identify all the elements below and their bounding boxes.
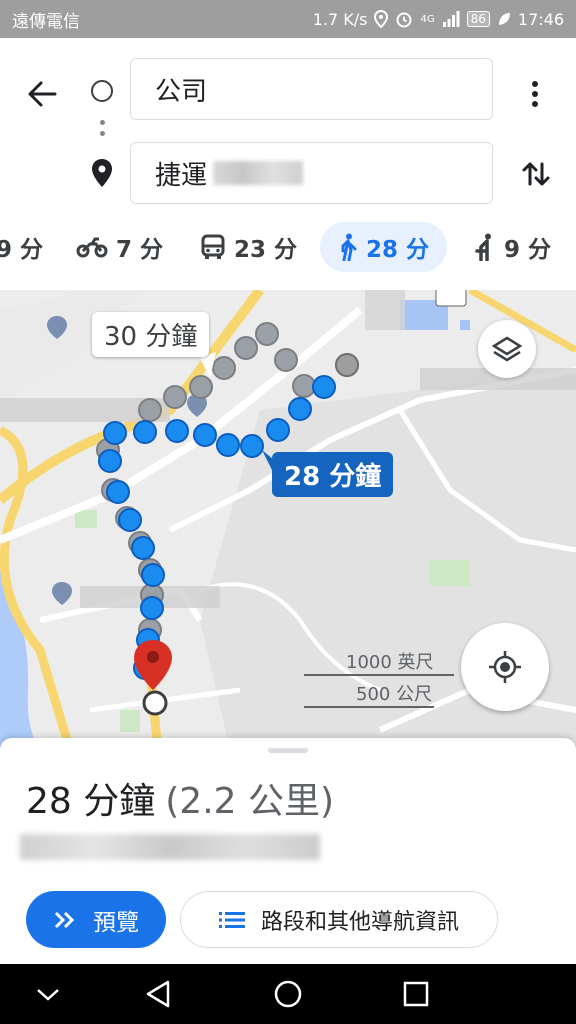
location-icon [374,10,389,28]
alarm-icon [396,12,412,28]
leaf-icon [498,13,510,25]
destination-pin-icon [92,159,112,187]
double-chevron-icon [54,911,75,928]
signal-type: 4G [420,13,435,25]
motorcycle-icon [76,237,108,258]
drag-handle[interactable] [268,748,308,753]
arrow-back-icon [28,81,57,107]
alt-route-time-label[interactable]: 30 分鐘 [92,312,210,357]
route-connector-icon [99,120,105,142]
signal-icon [442,11,460,27]
origin-circle-icon [91,80,113,102]
layers-button[interactable] [478,320,536,378]
redacted-route-description [20,834,320,860]
tab-label: 9 分 [0,237,44,263]
steps-button[interactable]: 路段和其他導航資訊 [180,891,498,948]
status-bar: 遠傳電信 1.7 K/s 4G 86 17:46 [0,0,576,38]
status-icons: 1.7 K/s 4G 86 17:46 [313,10,564,29]
crosshair-icon [489,651,521,683]
main-route-time-label[interactable]: 28 分鐘 [272,452,394,497]
back-triangle-icon[interactable] [142,978,174,1010]
layers-icon [492,336,522,362]
list-icon [218,911,245,928]
more-options-button[interactable] [520,74,550,114]
carrier-name: 遠傳電信 [12,11,80,32]
tab-transit[interactable]: 23 分 [200,222,297,272]
hide-keyboard-icon[interactable] [32,978,64,1010]
tab-driving[interactable]: 9 分 [0,222,43,272]
scale-metric: 500 公尺 [356,684,433,705]
rideshare-icon [475,233,491,261]
route-duration: 28 分鐘 [26,781,156,822]
clock: 17:46 [517,9,564,29]
back-button[interactable] [22,74,62,114]
recents-square-icon[interactable] [400,978,432,1010]
redacted-text [213,161,304,185]
route-summary: 28 分鐘 (2.2 公里) [26,772,334,824]
route-distance: (2.2 公里) [165,781,335,822]
walk-icon [341,233,357,261]
tab-label: 7 分 [116,237,164,263]
tab-motorcycle[interactable]: 7 分 [76,222,163,272]
destination-field[interactable]: 捷運 [130,142,493,204]
home-circle-icon[interactable] [272,978,304,1010]
preview-label: 預覽 [93,909,139,936]
steps-label: 路段和其他導航資訊 [260,909,459,935]
preview-button[interactable]: 預覽 [26,891,166,948]
system-nav-bar [0,964,576,1024]
tab-label: 28 分 [366,237,430,263]
swap-icon[interactable] [516,154,556,194]
route-summary-sheet[interactable]: 28 分鐘 (2.2 公里) 預覽 路段和其他導航資訊 [0,738,576,964]
tab-ride-hailing[interactable]: 9 分 [474,222,551,272]
battery-icon: 86 [466,11,490,27]
scale-imperial: 1000 英尺 [346,652,434,673]
network-speed: 1.7 K/s [312,9,368,29]
destination-value: 捷運 [155,160,208,191]
tab-label: 23 分 [234,237,298,263]
origin-field[interactable]: 公司 [130,58,493,120]
tab-label: 9 分 [504,237,552,263]
tab-walking[interactable]: 28 分 [320,222,448,272]
map-view[interactable]: 30 分鐘 28 分鐘 1000 英尺 500 公尺 [0,290,576,750]
origin-value: 公司 [155,76,208,107]
bus-icon [201,234,225,259]
my-location-button[interactable] [461,623,549,711]
travel-mode-tabs: 9 分 7 分 23 分 28 分 9 分 [0,222,576,276]
directions-header: 公司 捷運 [0,38,576,226]
